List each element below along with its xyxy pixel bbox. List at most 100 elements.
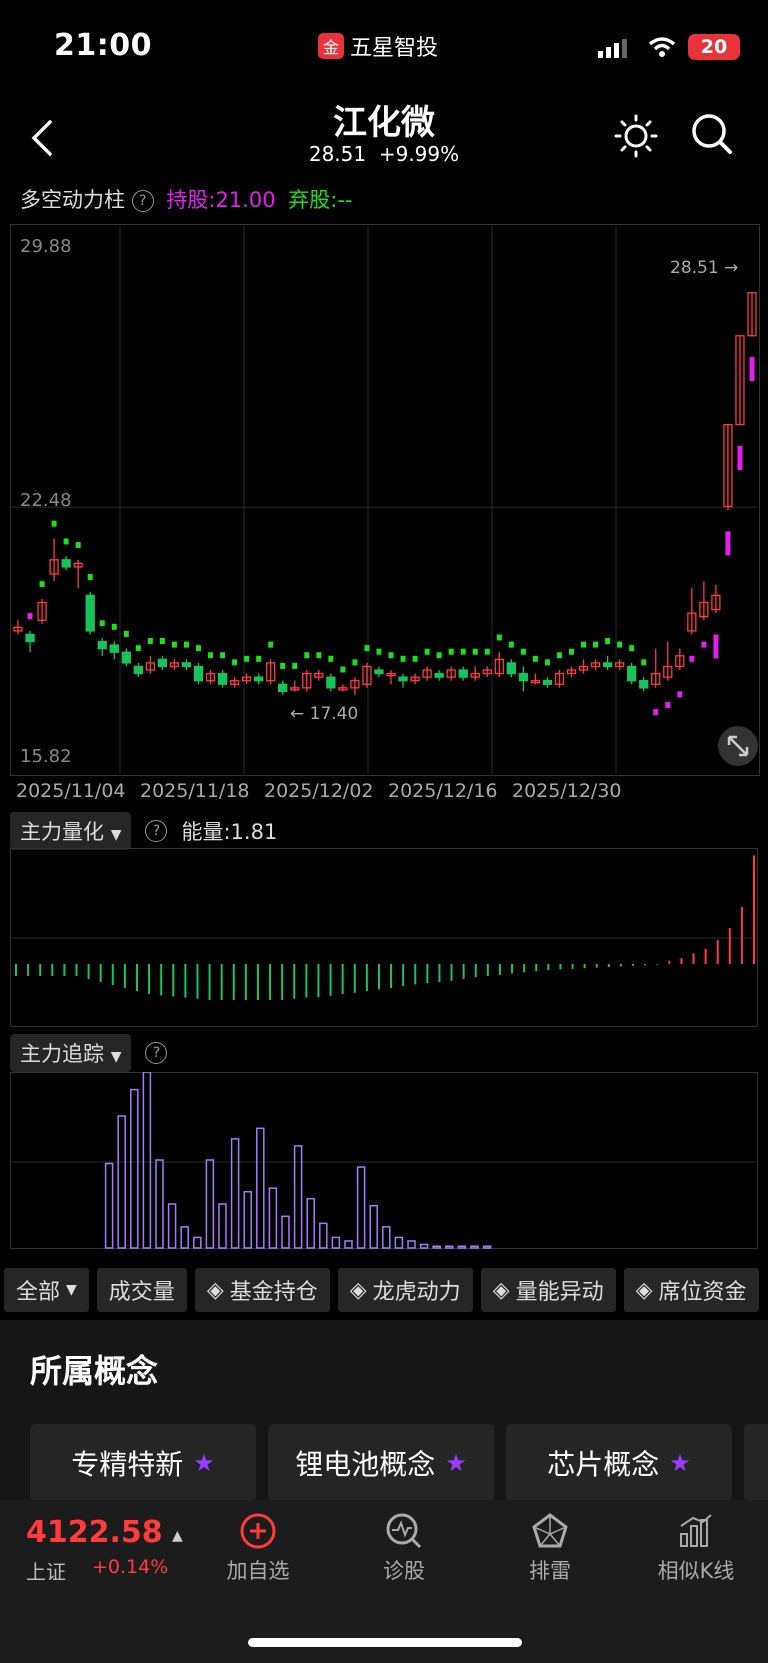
- nav-label: 相似K线: [657, 1559, 735, 1583]
- candle-body: [434, 672, 444, 678]
- candle-body: [217, 672, 228, 685]
- power-bar: [316, 652, 322, 659]
- concept-card[interactable]: 专精特新 ★: [30, 1424, 256, 1502]
- diamond-icon: ◈: [492, 1277, 510, 1303]
- power-bar: [99, 620, 105, 627]
- main-indicator-row: 多空动力柱 ? 持股:21.00 弃股:--: [20, 184, 353, 214]
- expand-icon[interactable]: [718, 726, 758, 766]
- power-bar: [292, 662, 298, 669]
- abandon-label: 弃股:--: [288, 188, 353, 212]
- tab-label: 席位资金: [658, 1280, 747, 1305]
- triangle-up-icon: ▲: [172, 1528, 183, 1544]
- power-bar: [256, 655, 262, 662]
- indicator-tabs: 全部 ▼ 成交量 ◈ 基金持仓 ◈ 龙虎动力 ◈ 量能异动 ◈ 席位资金: [4, 1268, 759, 1312]
- candle-body: [518, 672, 529, 682]
- app-logo-icon: 金: [318, 33, 344, 59]
- nav-diagnose[interactable]: 诊股: [344, 1512, 464, 1585]
- power-bar: [737, 445, 743, 470]
- tab-seat-fund[interactable]: ◈ 席位资金: [623, 1268, 759, 1312]
- power-bar: [556, 652, 562, 659]
- sub1-selector[interactable]: 主力量化 ▼: [10, 812, 132, 850]
- concept-card[interactable]: 芯片概念 ★: [506, 1424, 732, 1502]
- nav-similar-kline[interactable]: 相似K线: [636, 1512, 756, 1585]
- power-bar: [328, 655, 334, 662]
- candle-body: [398, 676, 408, 682]
- home-indicator: [248, 1638, 522, 1647]
- tab-volume-anomaly[interactable]: ◈ 量能异动: [480, 1268, 616, 1312]
- help-icon[interactable]: ?: [131, 190, 154, 212]
- theme-sun-icon[interactable]: [614, 114, 658, 158]
- nav-add-watchlist[interactable]: 加自选: [198, 1512, 318, 1585]
- power-bar: [352, 659, 358, 666]
- index-value[interactable]: 4122.58: [26, 1515, 163, 1550]
- tracking-bar: [306, 1197, 315, 1249]
- tracking-bar: [130, 1088, 139, 1249]
- tracking-bar: [319, 1222, 328, 1249]
- power-bar: [388, 652, 394, 659]
- candle-body: [639, 680, 649, 689]
- candle-body: [326, 676, 336, 689]
- power-bar: [400, 655, 406, 662]
- power-bar: [448, 648, 454, 655]
- power-bar: [569, 648, 575, 655]
- main-indicator-name[interactable]: 多空动力柱: [20, 188, 125, 212]
- tracking-bar: [256, 1127, 265, 1249]
- tab-fund-holding[interactable]: ◈ 基金持仓: [194, 1268, 330, 1312]
- star-icon: ★: [445, 1449, 467, 1477]
- power-bar: [340, 666, 346, 673]
- concept-card[interactable]: [744, 1424, 768, 1502]
- diamond-icon: ◈: [635, 1277, 653, 1303]
- power-bar: [183, 641, 189, 648]
- power-bar: [195, 645, 201, 652]
- tracking-bar: [218, 1203, 227, 1249]
- tab-dragon-tiger[interactable]: ◈ 龙虎动力: [337, 1268, 473, 1312]
- nav-label: 诊股: [383, 1559, 425, 1583]
- index-name: 上证: [26, 1560, 66, 1584]
- power-bar: [376, 648, 382, 655]
- power-bar: [701, 641, 707, 648]
- battery-icon: 20: [688, 34, 740, 60]
- power-bar: [472, 648, 478, 655]
- tracking-bar: [369, 1205, 378, 1249]
- x-axis-labels: 2025/11/04 2025/11/18 2025/12/02 2025/12…: [16, 780, 756, 802]
- star-icon: ★: [669, 1449, 691, 1477]
- help-icon[interactable]: ?: [145, 1042, 168, 1064]
- candle-body: [25, 633, 35, 643]
- power-bar: [304, 652, 310, 659]
- status-time: 21:00: [54, 28, 152, 63]
- tracking-bar: [356, 1166, 366, 1249]
- sub2-chart[interactable]: [10, 1072, 758, 1252]
- stock-price: 28.51: [308, 142, 367, 166]
- tab-label: 量能异动: [515, 1280, 604, 1305]
- diagnose-icon: [386, 1513, 422, 1549]
- tab-label: 成交量: [108, 1280, 175, 1305]
- power-bar: [520, 648, 526, 655]
- power-bar: [508, 641, 514, 648]
- tracking-bar: [205, 1159, 215, 1249]
- concept-card[interactable]: 锂电池概念 ★: [268, 1424, 494, 1502]
- tab-label: 龙虎动力: [372, 1280, 461, 1305]
- power-bar: [749, 357, 755, 382]
- sub2-selector[interactable]: 主力追踪 ▼: [10, 1034, 132, 1072]
- help-icon[interactable]: ?: [145, 820, 168, 842]
- tracking-bar: [193, 1236, 202, 1249]
- power-bar: [244, 655, 250, 662]
- power-bar: [653, 709, 659, 716]
- search-icon[interactable]: [690, 112, 734, 156]
- power-bar: [460, 648, 466, 655]
- power-bar: [713, 634, 719, 659]
- nav-label: 加自选: [226, 1559, 290, 1583]
- diamond-icon: ◈: [349, 1277, 367, 1303]
- dropdown-icon: ▼: [110, 827, 122, 843]
- candle-body: [278, 683, 288, 693]
- nav-risk-scan[interactable]: 排雷: [490, 1512, 610, 1585]
- tracking-bar: [470, 1245, 479, 1249]
- candle-body: [97, 640, 107, 650]
- tracking-bar: [432, 1245, 441, 1249]
- tab-volume[interactable]: 成交量: [96, 1268, 187, 1312]
- candle-body: [627, 665, 637, 682]
- candle-body: [193, 665, 204, 682]
- sub1-chart[interactable]: [10, 848, 758, 1028]
- energy-label: 能量:1.81: [181, 820, 278, 844]
- tab-all[interactable]: 全部 ▼: [4, 1268, 89, 1312]
